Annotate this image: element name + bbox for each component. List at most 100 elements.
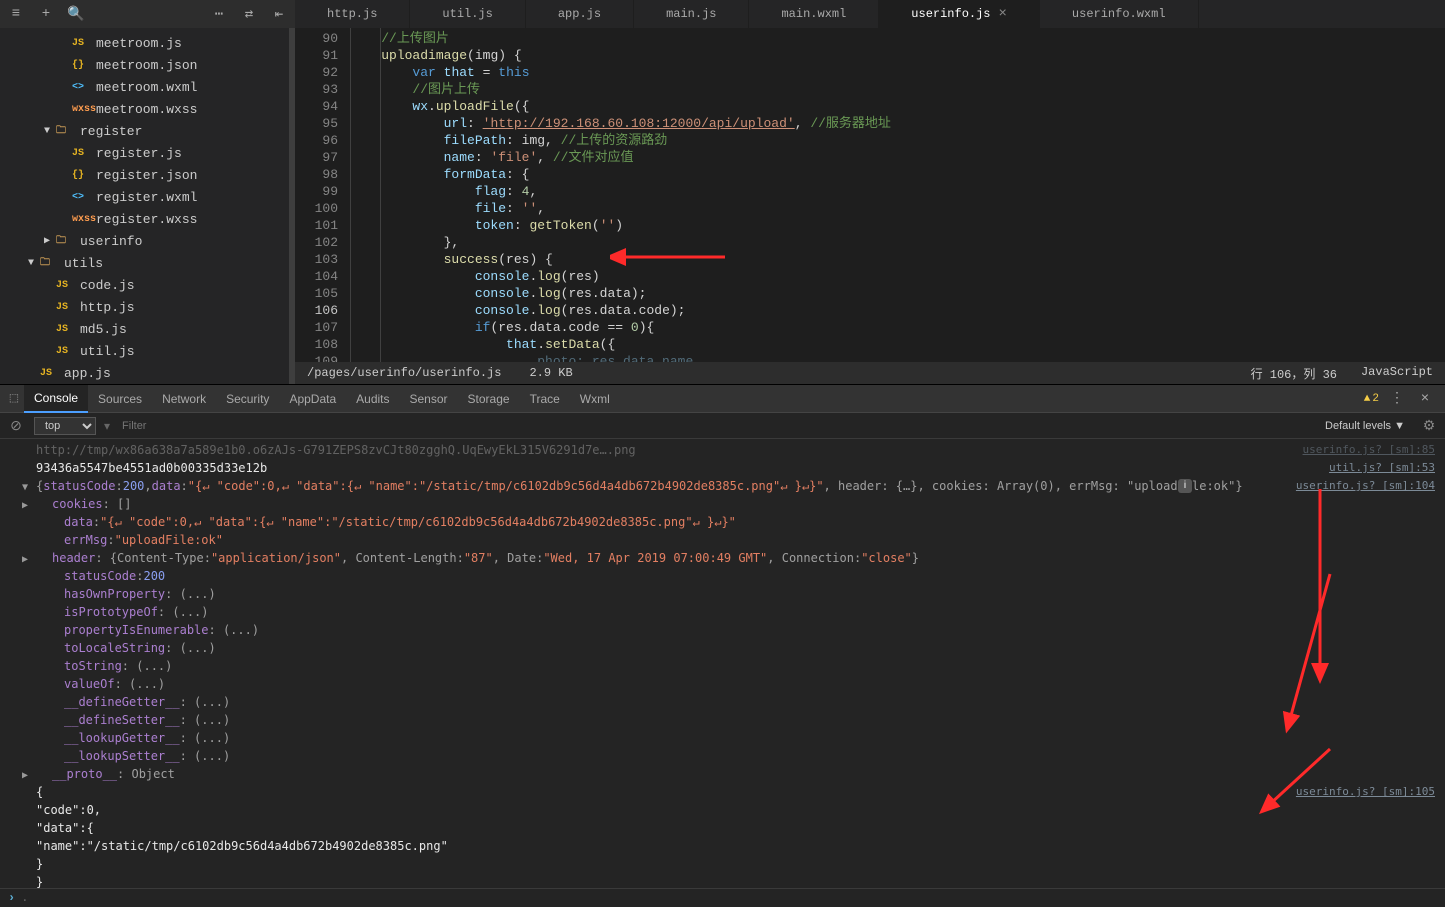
prompt-chevron-icon: › bbox=[8, 891, 15, 905]
devtools-tab[interactable]: Sensor bbox=[400, 385, 458, 413]
source-link[interactable]: util.js? [sm]:53 bbox=[1329, 460, 1435, 476]
status-cursor[interactable]: 行 106，列 36 bbox=[1251, 365, 1337, 382]
tree-item[interactable]: JS util.js bbox=[0, 340, 295, 362]
file-type-icon: JS bbox=[56, 324, 76, 335]
tab-label: userinfo.js bbox=[911, 7, 990, 21]
file-label: util.js bbox=[80, 344, 135, 359]
tree-item[interactable]: JSapp.js bbox=[0, 362, 295, 384]
tab-label: app.js bbox=[558, 7, 601, 21]
tree-item[interactable]: <> register.wxml bbox=[0, 186, 295, 208]
file-type-icon: JS bbox=[56, 302, 76, 313]
settings-gear-icon[interactable]: ⚙ bbox=[1419, 416, 1439, 436]
tab-label: main.wxml bbox=[781, 7, 846, 21]
tree-item[interactable]: ▶🗀userinfo bbox=[0, 230, 295, 252]
sidebar-toolbar: ≡ + 🔍 ⋯ ⇄ ⇤ bbox=[0, 0, 295, 28]
collapse-icon[interactable]: ⇤ bbox=[269, 4, 289, 24]
tree-item[interactable]: JSmeetroom.js bbox=[0, 32, 295, 54]
log-levels[interactable]: Default levels ▼ bbox=[1319, 420, 1411, 432]
code-editor[interactable]: //上传图片 uploadimage(img) { var that = thi… bbox=[350, 28, 1445, 362]
file-type-icon: 🗀 bbox=[40, 255, 60, 272]
more-icon[interactable]: ⋯ bbox=[209, 4, 229, 24]
sidebar-resize-handle[interactable] bbox=[289, 28, 295, 384]
file-type-icon: 🗀 bbox=[56, 123, 76, 140]
warning-badge[interactable]: ▲ 2 bbox=[1364, 393, 1379, 405]
console-prompt[interactable]: › . bbox=[0, 888, 1445, 907]
file-type-icon: JS bbox=[40, 368, 60, 379]
toggle-icon[interactable]: ⇄ bbox=[239, 4, 259, 24]
console-toolbar: ⊘ top ▾ Default levels ▼ ⚙ bbox=[0, 413, 1445, 439]
file-label: meetroom.wxml bbox=[96, 80, 197, 95]
file-label: register.wxml bbox=[96, 190, 197, 205]
console-output[interactable]: http://tmp/wx86a638a7a589e1b0.o6zAJs-G79… bbox=[0, 439, 1445, 888]
file-type-icon: {} bbox=[72, 170, 92, 181]
line-gutter: 9091929394959697989910010110210310410510… bbox=[295, 28, 350, 362]
tab-label: userinfo.wxml bbox=[1072, 7, 1166, 21]
devtools-tab[interactable]: Security bbox=[216, 385, 279, 413]
devtools-tab[interactable]: Sources bbox=[88, 385, 152, 413]
file-type-icon: JS bbox=[56, 280, 76, 291]
tree-item[interactable]: ▼🗀utils bbox=[0, 252, 295, 274]
file-label: meetroom.js bbox=[96, 36, 182, 51]
editor-tab[interactable]: http.js bbox=[295, 0, 410, 28]
editor-tabs: http.js util.js app.js main.js main.wxml user… bbox=[295, 0, 1445, 28]
file-tree[interactable]: JSmeetroom.js{}meetroom.json<>meetroom.w… bbox=[0, 28, 295, 384]
tree-item[interactable]: wxss meetroom.wxss bbox=[0, 98, 295, 120]
editor-tab[interactable]: userinfo.js × bbox=[879, 0, 1040, 28]
add-icon[interactable]: + bbox=[36, 4, 56, 24]
tree-item[interactable]: {}meetroom.json bbox=[0, 54, 295, 76]
tab-label: main.js bbox=[666, 7, 716, 21]
editor-tab[interactable]: app.js bbox=[526, 0, 634, 28]
file-type-icon: <> bbox=[72, 192, 92, 203]
tree-item[interactable]: ▼🗀register bbox=[0, 120, 295, 142]
status-lang[interactable]: JavaScript bbox=[1361, 365, 1433, 382]
file-type-icon: JS bbox=[56, 346, 76, 357]
editor-tab[interactable]: main.js bbox=[634, 0, 749, 28]
menu-icon[interactable]: ≡ bbox=[6, 4, 26, 24]
file-label: code.js bbox=[80, 278, 135, 293]
inspect-icon[interactable]: ⬚ bbox=[4, 389, 24, 409]
source-link[interactable]: userinfo.js? [sm]:105 bbox=[1296, 784, 1435, 800]
file-label: md5.js bbox=[80, 322, 127, 337]
devtools-tab[interactable]: Wxml bbox=[570, 385, 620, 413]
expand-icon[interactable]: ▼ bbox=[22, 480, 28, 496]
source-link[interactable]: userinfo.js? [sm]:85 bbox=[1303, 442, 1435, 458]
tree-item[interactable]: {}register.json bbox=[0, 164, 295, 186]
search-icon[interactable]: 🔍 bbox=[66, 4, 86, 24]
expand-icon[interactable]: ▶ bbox=[22, 498, 28, 514]
devtools-tab[interactable]: Console bbox=[24, 385, 88, 413]
file-label: http.js bbox=[80, 300, 135, 315]
info-icon[interactable]: i bbox=[1178, 479, 1192, 493]
file-label: register bbox=[80, 124, 142, 139]
editor-tab[interactable]: userinfo.wxml bbox=[1040, 0, 1199, 28]
tree-item[interactable]: JS code.js bbox=[0, 274, 295, 296]
tree-item[interactable]: JS md5.js bbox=[0, 318, 295, 340]
devtools-tab[interactable]: AppData bbox=[279, 385, 346, 413]
clear-console-icon[interactable]: ⊘ bbox=[6, 416, 26, 436]
devtools-tab[interactable]: Network bbox=[152, 385, 216, 413]
file-explorer: ≡ + 🔍 ⋯ ⇄ ⇤ JSmeetroom.js{}meetroom.json… bbox=[0, 0, 295, 384]
tree-item[interactable]: wxssregister.wxss bbox=[0, 208, 295, 230]
close-icon[interactable]: × bbox=[999, 6, 1007, 22]
tree-item[interactable]: <> meetroom.wxml bbox=[0, 76, 295, 98]
file-type-icon: JS bbox=[72, 148, 92, 159]
expand-icon[interactable]: ▶ bbox=[22, 768, 28, 784]
file-label: userinfo bbox=[80, 234, 142, 249]
editor-tab[interactable]: util.js bbox=[410, 0, 525, 28]
tree-item[interactable]: JSregister.js bbox=[0, 142, 295, 164]
tab-label: http.js bbox=[327, 7, 377, 21]
file-type-icon: wxss bbox=[72, 104, 92, 115]
status-bar: /pages/userinfo/userinfo.js 2.9 KB 行 106… bbox=[295, 362, 1445, 384]
file-label: meetroom.wxss bbox=[96, 102, 197, 117]
devtools-close-icon[interactable]: × bbox=[1415, 389, 1435, 409]
source-link[interactable]: userinfo.js? [sm]:104 bbox=[1296, 478, 1435, 494]
devtools-tab[interactable]: Trace bbox=[520, 385, 570, 413]
context-select[interactable]: top bbox=[34, 417, 96, 435]
tree-item[interactable]: JS http.js bbox=[0, 296, 295, 318]
editor-tab[interactable]: main.wxml bbox=[749, 0, 879, 28]
filter-input[interactable] bbox=[118, 418, 1311, 434]
devtools-tab[interactable]: Storage bbox=[458, 385, 520, 413]
file-type-icon: <> bbox=[72, 82, 92, 93]
expand-icon[interactable]: ▶ bbox=[22, 552, 28, 568]
devtools-tab[interactable]: Audits bbox=[346, 385, 399, 413]
devtools-more-icon[interactable]: ⋮ bbox=[1387, 389, 1407, 409]
